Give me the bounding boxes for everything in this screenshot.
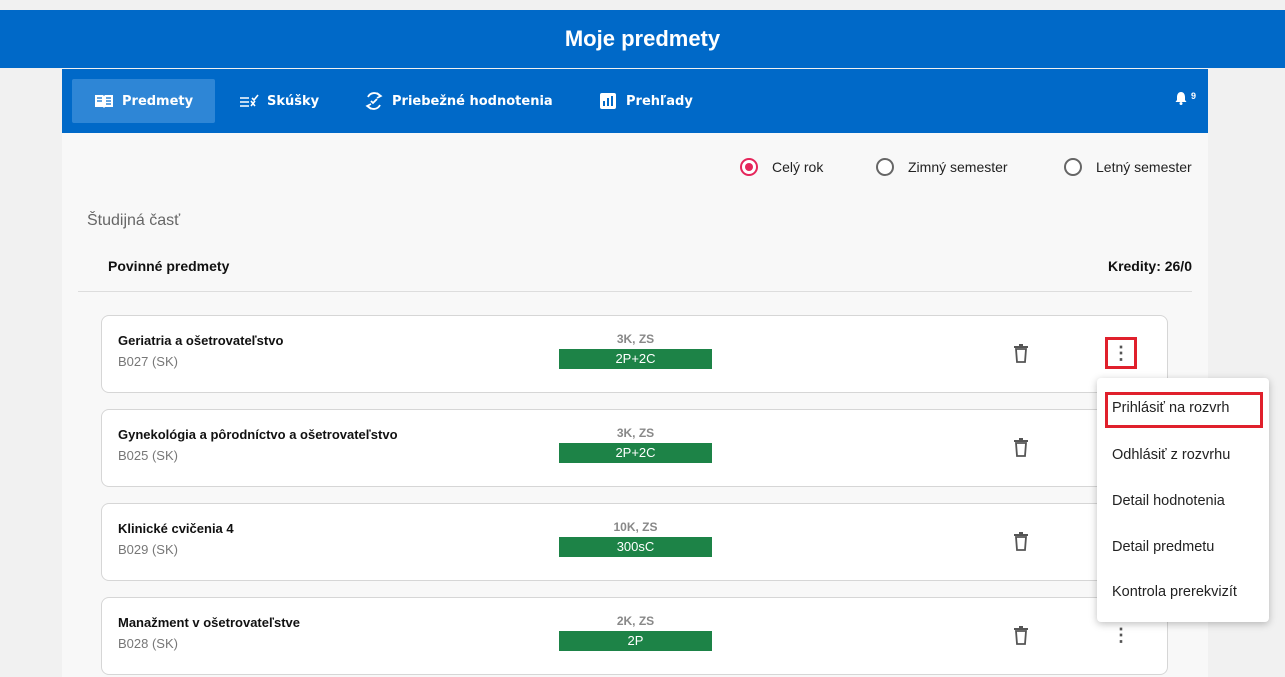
more-options-button[interactable]: ⋮: [1105, 337, 1137, 369]
course-code: B028 (SK): [118, 636, 178, 651]
context-menu: Prihlásiť na rozvrh Odhlásiť z rozvrhu D…: [1097, 378, 1269, 622]
radio-zimny-semester[interactable]: Zimný semester: [876, 158, 1008, 176]
radio-label: Zimný semester: [908, 159, 1008, 175]
course-name: Geriatria a ošetrovateľstvo: [118, 333, 284, 348]
course-hours-badge: 2P: [559, 631, 712, 651]
notifications-button[interactable]: 9: [1175, 91, 1196, 110]
radio-indicator[interactable]: [1064, 158, 1082, 176]
trash-icon[interactable]: [1014, 344, 1028, 364]
course-code: B025 (SK): [118, 448, 178, 463]
page-header: Moje predmety: [0, 10, 1285, 68]
section-label: Študijná časť: [87, 212, 181, 229]
course-hours-badge: 2P+2C: [559, 349, 712, 369]
tab-skusky[interactable]: Skúšky: [239, 79, 319, 123]
course-credits: 10K, ZS: [613, 520, 658, 534]
kebab-icon: ⋮: [1112, 624, 1130, 645]
semester-filter: Celý rok Zimný semester Letný semester: [0, 158, 1285, 182]
tab-predmety[interactable]: Predmety: [72, 79, 216, 123]
tab-label: Predmety: [122, 93, 194, 109]
group-title: Povinné predmety: [108, 258, 230, 274]
checklist-icon: [239, 91, 259, 111]
radio-indicator[interactable]: [876, 158, 894, 176]
radio-indicator[interactable]: [740, 158, 758, 176]
trash-icon[interactable]: [1014, 532, 1028, 552]
credits-summary: Kredity: 26/0: [1107, 258, 1192, 274]
trash-icon[interactable]: [1014, 626, 1028, 646]
tab-label: Priebežné hodnotenia: [392, 93, 553, 109]
course-name: Manažment v ošetrovateľstve: [118, 615, 301, 630]
refresh-check-icon: [364, 91, 384, 111]
radio-letny-semester[interactable]: Letný semester: [1064, 158, 1192, 176]
course-card[interactable]: Manažment v ošetrovateľstve B028 (SK) 2K…: [101, 597, 1168, 675]
kebab-icon: ⋮: [1112, 342, 1130, 363]
course-card[interactable]: Geriatria a ošetrovateľstvo B027 (SK) 3K…: [101, 315, 1168, 393]
menu-item-kontrola-prerekvizit[interactable]: Kontrola prerekvizít: [1112, 584, 1237, 600]
course-credits: 3K, ZS: [616, 426, 655, 440]
radio-cely-rok[interactable]: Celý rok: [740, 158, 823, 176]
course-code: B029 (SK): [118, 542, 178, 557]
tab-prehlady[interactable]: Prehľady: [598, 79, 693, 123]
main-nav: Predmety Skúšky Priebežné hodnotenia Pre…: [62, 69, 1208, 133]
course-card[interactable]: Klinické cvičenia 4 B029 (SK) 10K, ZS 30…: [101, 503, 1168, 581]
course-name: Gynekológia a pôrodníctvo a ošetrovateľs…: [118, 427, 398, 442]
tab-label: Skúšky: [267, 93, 320, 109]
course-card[interactable]: Gynekológia a pôrodníctvo a ošetrovateľs…: [101, 409, 1168, 487]
notification-count: 9: [1190, 91, 1196, 101]
tab-label: Prehľady: [626, 93, 693, 109]
course-credits: 2K, ZS: [616, 614, 655, 628]
course-name: Klinické cvičenia 4: [118, 521, 234, 536]
course-credits: 3K, ZS: [616, 332, 655, 346]
book-icon: [94, 91, 114, 111]
menu-item-detail-hodnotenia[interactable]: Detail hodnotenia: [1112, 493, 1225, 509]
course-hours-badge: 2P+2C: [559, 443, 712, 463]
content-area: [62, 133, 1208, 677]
trash-icon[interactable]: [1014, 438, 1028, 458]
menu-item-prihlasit[interactable]: Prihlásiť na rozvrh: [1112, 400, 1229, 416]
more-options-button[interactable]: ⋮: [1105, 619, 1137, 651]
bell-icon: [1175, 91, 1187, 110]
course-code: B027 (SK): [118, 354, 178, 369]
bar-chart-icon: [598, 91, 618, 111]
menu-item-detail-predmetu[interactable]: Detail predmetu: [1112, 539, 1214, 555]
page-title: Moje predmety: [564, 26, 721, 51]
menu-item-odhlasit[interactable]: Odhlásiť z rozvrhu: [1112, 447, 1230, 463]
course-hours-badge: 300sC: [559, 537, 712, 557]
tab-priebezne-hodnotenia[interactable]: Priebežné hodnotenia: [364, 79, 553, 123]
radio-label: Celý rok: [772, 159, 824, 175]
divider: [78, 291, 1192, 292]
radio-label: Letný semester: [1096, 159, 1192, 175]
